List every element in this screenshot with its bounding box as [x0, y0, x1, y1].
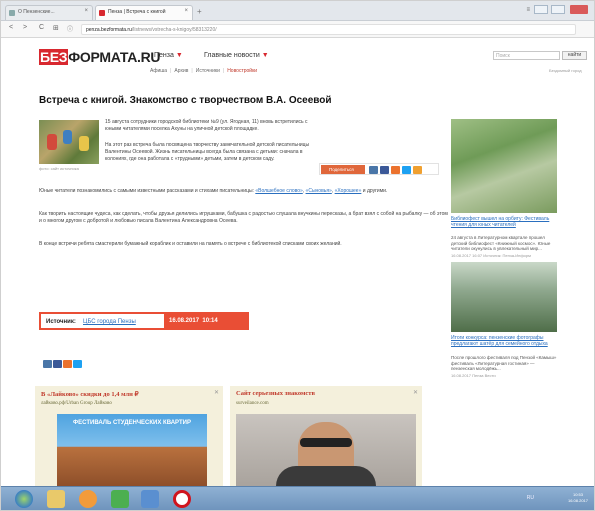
folder-icon[interactable]: [47, 490, 65, 508]
facebook-icon[interactable]: [53, 360, 62, 368]
article-paragraph: 15 августа сотрудники городской библиоте…: [105, 119, 308, 132]
chevron-down-icon: ▼: [175, 52, 183, 59]
sidebar-image[interactable]: [451, 119, 557, 213]
ad-domain[interactable]: surveilance.com: [236, 401, 269, 406]
ad-title[interactable]: Сайт серьезных знакомств: [236, 390, 315, 397]
share-button[interactable]: Поделиться: [321, 165, 365, 174]
sidebar-image[interactable]: [451, 262, 557, 332]
tab-bar: О Пензенские... × Пенза | Встреча с книг…: [1, 1, 594, 21]
twitter-icon[interactable]: [402, 166, 411, 174]
home-icon[interactable]: ⊞: [53, 24, 59, 32]
page-viewport: БЕЗФОРМАТА.RU Пенза ▼ Главные новости ▼ …: [1, 39, 594, 486]
sidebar-link[interactable]: Итоги конкурса: пензенские фотографы пре…: [451, 335, 557, 347]
ad-image[interactable]: ФЕСТИВАЛЬ СТУДЕНЧЕСКИХ КВАРТИР: [57, 414, 207, 486]
language-indicator[interactable]: RU: [527, 495, 534, 501]
close-window-button[interactable]: [570, 5, 588, 14]
subnav-archive[interactable]: Архив: [174, 68, 188, 74]
article-paragraph: На этот раз встреча была посвящена творч…: [105, 142, 310, 162]
sub-navigation: Афиша | Архив | Источники | Новостройки: [150, 68, 258, 74]
app-icon[interactable]: [111, 490, 129, 508]
tab-label: Пенза | Встреча с книгой: [108, 9, 166, 15]
source-block: Источник: ЦБС города Пензы 16.08.2017 10…: [39, 312, 249, 330]
site-logo[interactable]: БЕЗФОРМАТА.RU: [39, 49, 161, 65]
article-paragraph: В конце встречи ребята смастерили бумажн…: [39, 241, 342, 247]
odnoklassniki-icon[interactable]: [391, 166, 400, 174]
minimize-button[interactable]: [533, 5, 548, 14]
close-icon[interactable]: ✕: [214, 389, 219, 396]
menu-icon[interactable]: ≡: [526, 7, 530, 13]
page-icon: [9, 10, 15, 16]
subnav-afisha[interactable]: Афиша: [150, 68, 167, 74]
sidebar-link[interactable]: Библиофест вышел на орбиту: Фестиваль чт…: [451, 216, 557, 228]
close-icon[interactable]: ✕: [413, 389, 418, 396]
right-link[interactable]: Бездомный город: [549, 68, 582, 73]
nav-city[interactable]: Пенза ▼: [154, 52, 183, 59]
nav-main-news[interactable]: Главные новости ▼: [204, 52, 269, 59]
mail-icon[interactable]: [413, 166, 422, 174]
photo-caption: фото: сайт источника: [39, 166, 79, 171]
sidebar-date: 16.08.2017 16:07 Источник: Пенза-Информ: [451, 253, 531, 258]
article-paragraph: Как творить настоящие чудеса, как сделат…: [39, 211, 448, 224]
article-paragraph: Юные читатели познакомились с самыми изв…: [39, 188, 388, 194]
close-icon[interactable]: ×: [184, 8, 188, 14]
odnoklassniki-icon[interactable]: [63, 360, 72, 368]
url-host: penza.bezformata.ru: [86, 27, 132, 33]
opera-icon[interactable]: [173, 490, 191, 508]
back-button[interactable]: <: [9, 24, 13, 31]
url-input[interactable]: penza.bezformata.ru/listnews/vstrecha-s-…: [81, 24, 576, 35]
start-button[interactable]: [15, 490, 33, 508]
article-photo[interactable]: [39, 120, 99, 164]
window-controls: ≡: [526, 5, 588, 14]
reload-button[interactable]: C: [39, 24, 44, 31]
ad-banner-text: ФЕСТИВАЛЬ СТУДЕНЧЕСКИХ КВАРТИР: [73, 420, 191, 426]
story-link[interactable]: «Волшебное слово»: [255, 188, 302, 194]
new-tab-button[interactable]: +: [197, 7, 202, 16]
source-date: 16.08.2017 10:14: [164, 312, 249, 330]
forward-button[interactable]: >: [23, 24, 27, 31]
clock[interactable]: 10:53 16.08.2017: [568, 492, 588, 504]
story-link[interactable]: «Хорошее»: [335, 188, 362, 194]
nav-city-label: Пенза: [154, 52, 174, 59]
app-icon[interactable]: [141, 490, 159, 508]
subnav-sources[interactable]: Источники: [196, 68, 220, 74]
ad-block[interactable]: В «Лайково» скидки до 1,4 млн ₽ лайково.…: [35, 386, 223, 486]
tab-inactive[interactable]: О Пензенские... ×: [5, 5, 93, 20]
tab-active[interactable]: Пенза | Встреча с книгой ×: [95, 5, 193, 20]
site-favicon-icon: [99, 10, 105, 16]
logo-red-part: БЕЗ: [39, 49, 69, 65]
sidebar-date: 16.08.2017 Пенза Вести: [451, 373, 496, 378]
ad-image[interactable]: [236, 414, 416, 486]
twitter-icon[interactable]: [73, 360, 82, 368]
story-link[interactable]: «Сыновья»: [306, 188, 332, 194]
logo-text: ФОРМАТА.RU: [68, 49, 161, 65]
source-label: Источник:: [46, 319, 76, 325]
url-path: /listnews/vstrecha-s-knigoy/58313220/: [131, 27, 217, 33]
taskbar: RU 10:53 16.08.2017: [1, 486, 594, 510]
sidebar-text: После прошлого фестиваля под Пензой «Кам…: [451, 355, 557, 371]
search-input[interactable]: Поиск: [493, 51, 560, 60]
ad-block[interactable]: Сайт серьезных знакомств surveilance.com…: [230, 386, 422, 486]
search-button[interactable]: найти: [562, 51, 587, 60]
nav-news-label: Главные новости: [204, 52, 260, 59]
address-bar: < > C ⊞ ⓘ penza.bezformata.ru/listnews/v…: [1, 21, 594, 38]
media-player-icon[interactable]: [79, 490, 97, 508]
maximize-button[interactable]: [551, 5, 566, 14]
share-bar: Поделиться: [319, 163, 439, 175]
subnav-new-buildings[interactable]: Новостройки: [227, 68, 257, 74]
info-icon[interactable]: ⓘ: [67, 24, 73, 33]
close-icon[interactable]: ×: [84, 8, 88, 14]
sidebar-text: 24 августа в Литературном квартале проше…: [451, 235, 551, 251]
vk-icon[interactable]: [43, 360, 52, 368]
chevron-down-icon: ▼: [261, 52, 269, 59]
facebook-icon[interactable]: [380, 166, 389, 174]
tab-label: О Пензенские...: [18, 9, 55, 15]
source-link[interactable]: ЦБС города Пензы: [83, 319, 136, 325]
vk-icon[interactable]: [369, 166, 378, 174]
ad-domain[interactable]: лайково.рф/Urban Group Лайково: [41, 401, 112, 406]
article-title: Встреча с книгой. Знакомство с творчеств…: [39, 95, 332, 106]
ad-title[interactable]: В «Лайково» скидки до 1,4 млн ₽: [41, 390, 139, 398]
